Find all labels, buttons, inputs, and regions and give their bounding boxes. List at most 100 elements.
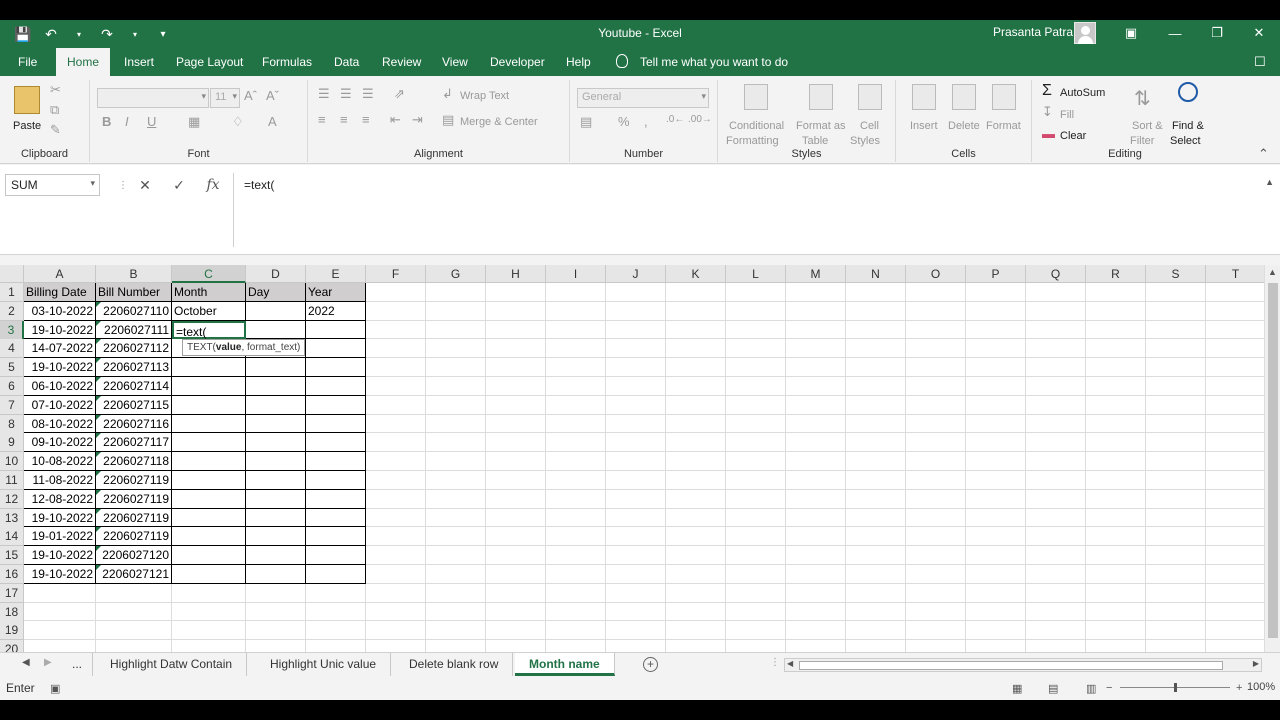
table-cell[interactable]: [366, 489, 426, 509]
table-cell[interactable]: [666, 301, 726, 321]
table-cell[interactable]: [306, 377, 366, 396]
font-color-icon[interactable]: A: [268, 114, 277, 129]
table-cell[interactable]: [366, 414, 426, 434]
table-cell[interactable]: [486, 414, 546, 434]
table-cell[interactable]: [1026, 565, 1086, 584]
table-cell[interactable]: [486, 565, 546, 584]
table-cell[interactable]: [906, 377, 966, 396]
scroll-up-icon[interactable]: ▲: [1268, 267, 1277, 277]
table-cell[interactable]: [1086, 489, 1146, 509]
table-cell[interactable]: [846, 489, 906, 509]
table-header-cell[interactable]: Bill Number: [96, 283, 172, 302]
tab-file[interactable]: File: [12, 48, 43, 76]
table-cell[interactable]: [306, 339, 366, 359]
row-header-16[interactable]: 16: [0, 565, 24, 584]
table-cell[interactable]: [1146, 621, 1206, 641]
table-cell[interactable]: [1206, 527, 1266, 547]
table-cell[interactable]: [726, 565, 786, 584]
table-cell[interactable]: [1146, 358, 1206, 377]
table-cell[interactable]: [1146, 395, 1206, 415]
table-cell[interactable]: [306, 583, 366, 603]
table-cell[interactable]: [1146, 339, 1206, 359]
wrap-text-button[interactable]: Wrap Text: [460, 90, 509, 102]
table-cell[interactable]: [1146, 320, 1206, 340]
table-cell[interactable]: [606, 320, 666, 340]
font-name-combo[interactable]: ▾: [97, 88, 209, 108]
table-cell[interactable]: [246, 602, 306, 622]
merge-center-icon[interactable]: ▤: [442, 112, 454, 128]
format-cells-icon[interactable]: [992, 84, 1016, 110]
table-cell[interactable]: [606, 565, 666, 584]
table-cell[interactable]: [666, 433, 726, 453]
zoom-slider-knob[interactable]: [1174, 683, 1177, 692]
table-cell[interactable]: [426, 508, 486, 528]
row-header-3[interactable]: 3: [0, 320, 24, 340]
font-size-combo[interactable]: 11 ▾: [210, 88, 240, 108]
increase-font-icon[interactable]: Aˆ: [244, 88, 257, 103]
table-cell[interactable]: [426, 546, 486, 565]
table-cell[interactable]: [306, 320, 366, 340]
table-cell[interactable]: [906, 565, 966, 584]
table-cell[interactable]: [306, 358, 366, 377]
sheet-tab-delete-blank-row[interactable]: Delete blank row: [395, 653, 514, 676]
table-cell[interactable]: [1026, 283, 1086, 302]
table-cell[interactable]: [1206, 621, 1266, 641]
table-cell[interactable]: [786, 320, 846, 340]
table-cell[interactable]: [246, 301, 306, 321]
table-cell[interactable]: [1206, 395, 1266, 415]
table-cell[interactable]: [366, 583, 426, 603]
table-cell[interactable]: [1086, 358, 1146, 377]
ribbon-display-options-icon[interactable]: ▣: [1116, 22, 1146, 44]
tab-insert[interactable]: Insert: [118, 48, 160, 76]
tab-review[interactable]: Review: [376, 48, 427, 76]
table-cell[interactable]: 19-10-2022: [24, 358, 96, 377]
table-cell[interactable]: [1146, 489, 1206, 509]
column-header-e[interactable]: E: [306, 265, 366, 283]
fill-button[interactable]: Fill: [1060, 109, 1074, 121]
table-cell[interactable]: [1146, 301, 1206, 321]
table-cell[interactable]: [666, 320, 726, 340]
table-cell[interactable]: [666, 621, 726, 641]
table-cell[interactable]: [1086, 283, 1146, 302]
table-cell[interactable]: 11-08-2022: [24, 471, 96, 490]
table-cell[interactable]: [726, 546, 786, 565]
column-header-b[interactable]: B: [96, 265, 172, 283]
table-cell[interactable]: [1086, 414, 1146, 434]
row-header-1[interactable]: 1: [0, 283, 24, 302]
table-cell[interactable]: [846, 283, 906, 302]
table-cell[interactable]: [1086, 301, 1146, 321]
close-icon[interactable]: ✕: [1244, 22, 1274, 44]
table-cell[interactable]: [246, 471, 306, 490]
select-all-button[interactable]: [0, 265, 24, 283]
conditional-formatting-icon[interactable]: [744, 84, 768, 110]
table-cell[interactable]: [246, 489, 306, 509]
table-cell[interactable]: [726, 377, 786, 396]
table-cell[interactable]: [1206, 602, 1266, 622]
eraser-icon[interactable]: ▬: [1042, 126, 1055, 141]
table-cell[interactable]: [786, 527, 846, 547]
table-cell[interactable]: [96, 583, 172, 603]
bold-button[interactable]: B: [102, 114, 111, 129]
table-cell[interactable]: [366, 546, 426, 565]
table-cell[interactable]: [726, 395, 786, 415]
table-cell[interactable]: [786, 301, 846, 321]
tab-help[interactable]: Help: [560, 48, 597, 76]
table-cell[interactable]: [846, 602, 906, 622]
table-cell[interactable]: [426, 433, 486, 453]
table-cell[interactable]: 10-08-2022: [24, 452, 96, 471]
horizontal-scrollbar[interactable]: ◀ ▶: [784, 658, 1262, 672]
table-cell[interactable]: [726, 527, 786, 547]
table-cell[interactable]: [1086, 395, 1146, 415]
table-cell[interactable]: [246, 358, 306, 377]
table-cell[interactable]: [726, 621, 786, 641]
table-cell[interactable]: [966, 377, 1026, 396]
table-cell[interactable]: 2206027119: [96, 527, 172, 547]
table-cell[interactable]: [366, 339, 426, 359]
table-cell[interactable]: [966, 546, 1026, 565]
table-cell[interactable]: [486, 621, 546, 641]
table-cell[interactable]: [666, 471, 726, 490]
scroll-left-icon[interactable]: ◀: [787, 659, 793, 668]
table-cell[interactable]: [666, 602, 726, 622]
table-cell[interactable]: [1026, 489, 1086, 509]
table-cell[interactable]: [1026, 508, 1086, 528]
